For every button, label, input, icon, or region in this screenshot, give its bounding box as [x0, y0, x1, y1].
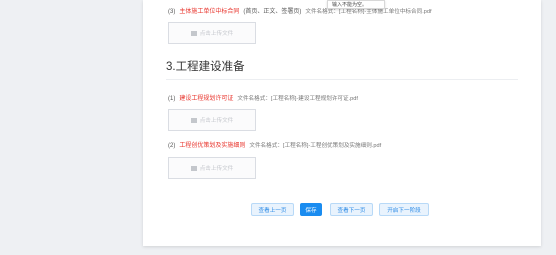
upload-button-quality-plan[interactable]: 点击上传文件: [168, 157, 256, 179]
section-divider: [166, 79, 518, 80]
item-contract: (3) 主体施工单位中标合同 (首页、正文、签署页) 文件名格式：[工程名称]-…: [168, 6, 432, 15]
item-planning-permit: (1) 建设工程规划许可证 文件名格式：[工程名称]-建设工程规划许可证.pdf: [168, 93, 358, 102]
upload-icon: [190, 30, 197, 36]
upload-label: 点击上传文件: [199, 166, 234, 172]
item-index: (3): [168, 9, 176, 15]
item-note: (首页、正文、签署页): [243, 9, 302, 15]
upload-label: 点击上传文件: [199, 31, 234, 37]
item-quality-plan: (2) 工程创优策划及实施细则 文件名格式：[工程名称]-工程创优策划及实施细则…: [168, 140, 381, 149]
item-title: 主体施工单位中标合同: [179, 9, 240, 15]
item-title: 工程创优策划及实施细则: [179, 143, 246, 149]
save-button[interactable]: 保存: [300, 203, 322, 216]
item-title: 建设工程规划许可证: [179, 96, 234, 102]
upload-icon: [190, 117, 197, 123]
upload-label: 点击上传文件: [199, 118, 234, 124]
upload-button-planning-permit[interactable]: 点击上传文件: [168, 109, 256, 131]
item-index: (1): [168, 96, 176, 102]
section-title: 3.工程建设准备: [166, 61, 245, 73]
item-index: (2): [168, 143, 176, 149]
filename-hint: 文件名格式：[工程名称]-工程创优策划及实施细则.pdf: [249, 143, 382, 149]
upload-icon: [190, 165, 197, 171]
next-page-button[interactable]: 查看下一页: [330, 203, 373, 216]
prev-page-button[interactable]: 查看上一页: [251, 203, 294, 216]
next-stage-button[interactable]: 开启下一阶段: [379, 203, 429, 216]
validation-tooltip: 输入不能为空。: [327, 0, 385, 9]
filename-hint: 文件名格式：[工程名称]-建设工程规划许可证.pdf: [237, 96, 358, 102]
upload-button-contract[interactable]: 点击上传文件: [168, 22, 256, 44]
